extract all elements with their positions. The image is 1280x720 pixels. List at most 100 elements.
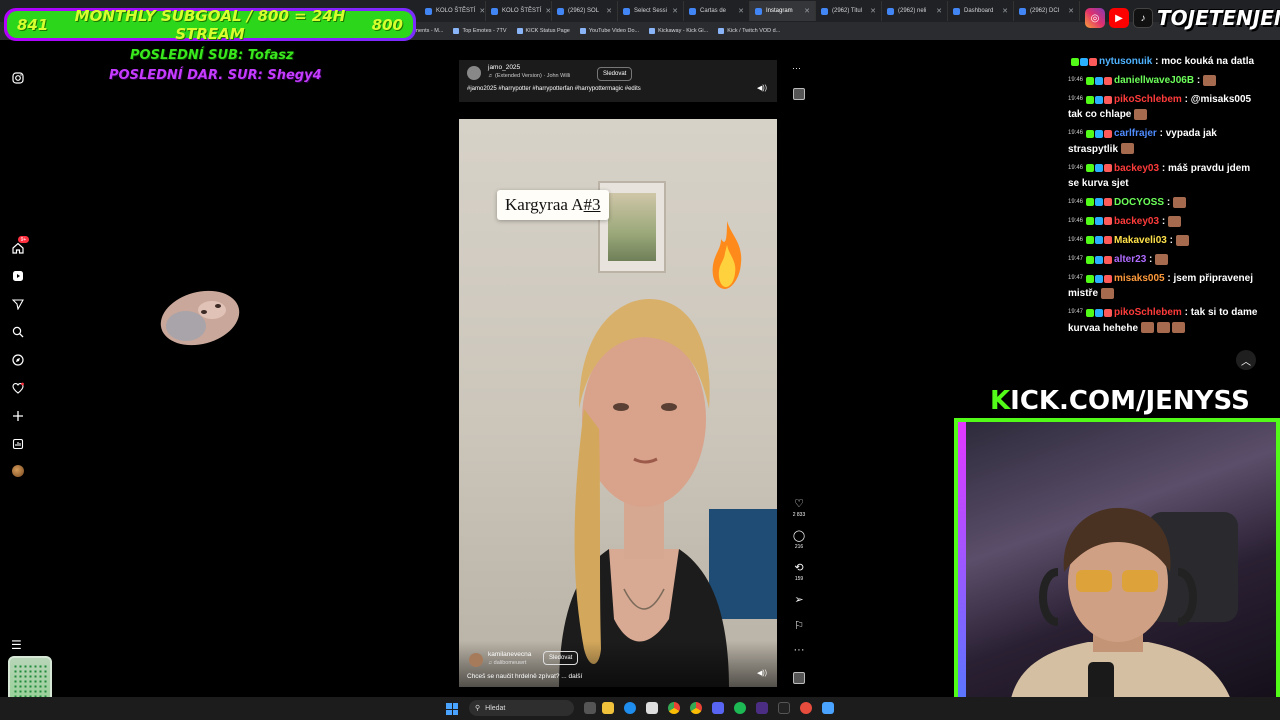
save-action[interactable]: ⚐	[787, 620, 811, 632]
chat-message: 19:46 DOCYOSS :	[1068, 195, 1264, 210]
close-tab-icon[interactable]: ✕	[545, 7, 551, 15]
share-icon[interactable]: ➢	[794, 594, 803, 606]
discord-icon[interactable]	[712, 702, 724, 714]
windows-start-icon[interactable]	[446, 703, 458, 715]
app-icon[interactable]	[800, 702, 812, 714]
tab-favicon-icon	[425, 7, 432, 15]
close-tab-icon[interactable]: ✕	[672, 7, 678, 15]
more-dots-icon[interactable]: ···	[794, 644, 805, 656]
bookmark-item[interactable]: KICK Status Page	[516, 28, 570, 34]
repost-action[interactable]: ⟲ 159	[787, 562, 811, 582]
chat-username[interactable]: carlfrajer	[1114, 129, 1157, 140]
chat-text: :	[1169, 235, 1173, 247]
chat-badge-icon	[1095, 164, 1104, 173]
home-icon[interactable]	[11, 241, 25, 255]
reel-actions: ♡ 2 833 ◯ 216 ⟲ 159 ➢ ⚐ ···	[787, 60, 811, 700]
browser-tab[interactable]: (2962) neli ✕	[882, 1, 948, 21]
prev-reel-username[interactable]: jamo_2025	[488, 64, 520, 71]
chat-username[interactable]: backey03	[1114, 163, 1159, 174]
browser-tab[interactable]: Select Sessi ✕	[618, 1, 684, 21]
chrome-icon-2[interactable]	[690, 702, 702, 714]
chat-username[interactable]: pikoSchlebem	[1114, 94, 1182, 105]
reel-more-action[interactable]: ···	[787, 644, 811, 656]
previous-reel[interactable]: jamo_2025 ♬ (Extended Version) · John Wi…	[459, 60, 777, 102]
reel-follow-button[interactable]: Sledovat	[543, 651, 579, 665]
chat-username[interactable]: misaks005	[1114, 273, 1165, 284]
browser-tab[interactable]: Cartas de ✕	[684, 1, 750, 21]
prev-reel-follow-button[interactable]: Sledovat	[597, 67, 633, 81]
close-tab-icon[interactable]: ✕	[936, 7, 942, 15]
chat-badges	[1086, 236, 1113, 245]
edge-icon[interactable]	[624, 702, 636, 714]
reel-author-avatar[interactable]	[469, 653, 483, 667]
more-menu-icon[interactable]: ☰	[11, 638, 22, 652]
repost-icon[interactable]: ⟲	[794, 562, 803, 574]
close-tab-icon[interactable]: ✕	[870, 7, 876, 15]
close-tab-icon[interactable]: ✕	[479, 7, 485, 15]
chat-badge-icon	[1086, 95, 1095, 104]
search-icon[interactable]	[11, 325, 25, 339]
chat-badge-icon	[1104, 255, 1113, 264]
close-tab-icon[interactable]: ✕	[804, 7, 810, 15]
browser-tab[interactable]: KOLO ŠTĚSTÍ ✕	[420, 1, 486, 21]
browser-tab[interactable]: KOLO ŠTĚSTÍ ✕	[486, 1, 552, 21]
chat-username[interactable]: daniellwaveJ06B	[1114, 75, 1194, 86]
chat-username[interactable]: backey03	[1114, 216, 1159, 227]
browser-tab[interactable]: (2962) Titul ✕	[816, 1, 882, 21]
notifications-icon[interactable]	[11, 381, 25, 395]
bookmark-icon[interactable]: ⚐	[794, 620, 804, 632]
close-tab-icon[interactable]: ✕	[606, 7, 612, 15]
messages-icon[interactable]	[11, 297, 25, 311]
bookmark-item[interactable]: Kickaway - Kick Gi...	[649, 28, 708, 34]
reels-icon[interactable]	[11, 269, 25, 283]
reel-audio[interactable]: ♫ dalibomeuwrt	[488, 660, 526, 666]
reel-caption[interactable]: Chceš se naučit hrdelně zpívat? ... dalš…	[467, 673, 582, 680]
chrome-icon[interactable]	[668, 702, 680, 714]
bookmark-item[interactable]: Kick / Twitch VOD d...	[718, 28, 780, 34]
prev-reel-mute-icon[interactable]: ◀))	[757, 84, 767, 92]
file-explorer-icon[interactable]	[602, 702, 614, 714]
obs-icon[interactable]	[778, 702, 790, 714]
reel-mute-icon[interactable]: ◀))	[757, 669, 767, 677]
close-tab-icon[interactable]: ✕	[1002, 7, 1008, 15]
bookmark-item[interactable]: Top Emotes - 7TV	[453, 28, 507, 34]
chat-username[interactable]: pikoSchlebem	[1114, 308, 1182, 319]
chat-username[interactable]: nytusonuik	[1099, 56, 1152, 67]
chat-username[interactable]: alter23	[1114, 254, 1146, 265]
notes-icon[interactable]	[822, 702, 834, 714]
chat-username[interactable]: Makaveli03	[1114, 235, 1167, 246]
streamlabs-icon[interactable]	[756, 702, 768, 714]
prev-reel-song[interactable]: ♬ (Extended Version) · John Willi	[488, 73, 570, 79]
share-action[interactable]: ➢	[787, 594, 811, 606]
reel-author-username[interactable]: kamilanevecna	[488, 651, 531, 658]
chat-timestamp: 19:46	[1068, 236, 1084, 243]
task-view-icon[interactable]	[584, 702, 596, 714]
browser-tab[interactable]: Dashboard ✕	[948, 1, 1014, 21]
chat-scroll-up-button[interactable]: ︿	[1236, 350, 1256, 370]
profile-avatar[interactable]	[12, 465, 24, 477]
reel-audio-thumb[interactable]	[793, 672, 805, 684]
explore-icon[interactable]	[11, 353, 25, 367]
comment-action[interactable]: ◯ 216	[787, 530, 811, 550]
store-icon[interactable]	[646, 702, 658, 714]
chat-message: nytusonuik : moc kouká na datla	[1068, 54, 1264, 69]
comment-icon[interactable]: ◯	[793, 530, 805, 542]
browser-tab[interactable]: (2962) SOL ✕	[552, 1, 618, 21]
create-icon[interactable]	[11, 409, 25, 423]
bookmark-item[interactable]: YouTube Video Do...	[579, 28, 639, 34]
spotify-icon[interactable]	[734, 702, 746, 714]
prev-reel-avatar[interactable]	[467, 66, 481, 80]
reel-text-overlay-main: Kargyraa A	[505, 195, 584, 214]
chat-username[interactable]: DOCYOSS	[1114, 197, 1164, 208]
dashboard-icon[interactable]	[11, 437, 25, 451]
browser-tab[interactable]: Instagram ✕	[750, 1, 816, 21]
instagram-icon[interactable]	[11, 71, 25, 85]
heart-icon[interactable]: ♡	[794, 498, 804, 510]
close-tab-icon[interactable]: ✕	[1068, 7, 1074, 15]
reel-video[interactable]: Kargyraa A#3 kamilanevecna ♫ dalibomeuwr…	[459, 119, 777, 687]
chat-emote-icon	[1175, 234, 1189, 246]
taskbar-search[interactable]: ⚲ Hledat	[469, 700, 574, 716]
like-action[interactable]: ♡ 2 833	[787, 498, 811, 518]
browser-tab[interactable]: (2962) DCI ✕	[1014, 1, 1080, 21]
close-tab-icon[interactable]: ✕	[738, 7, 744, 15]
